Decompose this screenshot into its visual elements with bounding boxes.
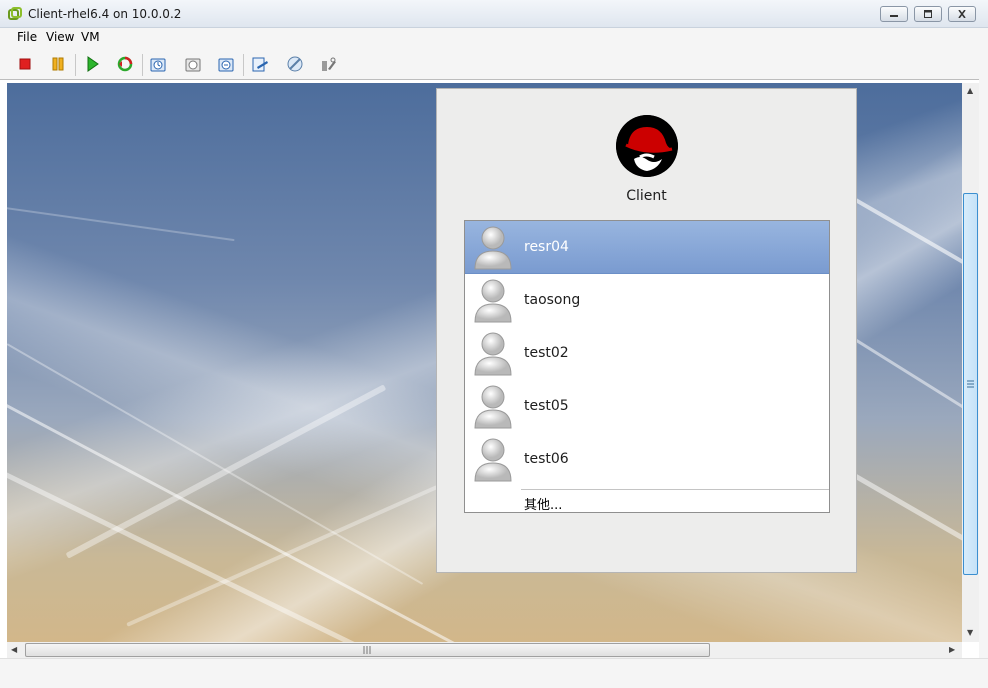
horizontal-scrollbar[interactable]: ◀ ▶	[7, 642, 962, 658]
minimize-button[interactable]	[880, 6, 908, 22]
user-name: test02	[524, 345, 569, 361]
scroll-left-arrow-icon[interactable]: ◀	[11, 645, 17, 654]
status-bar	[0, 658, 988, 688]
title-bar: Client-rhel6.4 on 10.0.0.2	[0, 0, 988, 28]
user-name: taosong	[524, 292, 581, 308]
user-name: resr04	[524, 239, 569, 255]
redhat-logo	[616, 115, 678, 177]
scroll-up-arrow-icon[interactable]: ▲	[967, 86, 973, 95]
connect-device-icon[interactable]	[283, 52, 307, 76]
user-avatar-icon	[473, 382, 513, 430]
other-user-label: 其他...	[524, 498, 563, 513]
snapshot-manager-icon[interactable]	[181, 52, 205, 76]
user-row-test05[interactable]: test05	[465, 380, 829, 433]
user-name: test05	[524, 398, 569, 414]
user-avatar-icon	[473, 435, 513, 483]
menu-vm[interactable]: VM	[81, 30, 100, 44]
vsphere-app-icon	[8, 7, 22, 21]
user-row-test06[interactable]: test06	[465, 433, 829, 486]
close-button[interactable]	[948, 6, 976, 22]
vertical-scrollbar[interactable]: ▲ ▼	[962, 83, 979, 642]
revert-snapshot-icon[interactable]	[214, 52, 238, 76]
user-avatar-icon	[473, 223, 513, 271]
edit-settings-icon[interactable]	[248, 52, 272, 76]
snapshot-icon[interactable]	[146, 52, 170, 76]
vertical-scroll-thumb[interactable]	[963, 193, 978, 575]
refresh-icon[interactable]	[113, 52, 137, 76]
scroll-right-arrow-icon[interactable]: ▶	[949, 645, 955, 654]
user-avatar-icon	[473, 329, 513, 377]
user-name: test06	[524, 451, 569, 467]
scroll-down-arrow-icon[interactable]: ▼	[967, 628, 973, 637]
horizontal-scroll-thumb[interactable]	[25, 643, 710, 657]
pause-icon[interactable]	[46, 52, 70, 76]
toolbar	[0, 48, 988, 80]
window-title: Client-rhel6.4 on 10.0.0.2	[28, 7, 182, 21]
user-list: resr04 taosong test02 test05 test06 其他..…	[464, 220, 830, 513]
login-panel: Client resr04 taosong test02 test05 test…	[436, 88, 857, 573]
menu-bar: File View VM	[0, 28, 988, 48]
user-row-test02[interactable]: test02	[465, 327, 829, 380]
tools-icon[interactable]	[316, 52, 340, 76]
user-row-taosong[interactable]: taosong	[465, 274, 829, 327]
host-name: Client	[626, 188, 667, 204]
maximize-button[interactable]	[914, 6, 942, 22]
play-icon[interactable]	[80, 52, 104, 76]
menu-view[interactable]: View	[46, 30, 74, 44]
menu-file[interactable]: File	[17, 30, 37, 44]
stop-icon[interactable]	[13, 52, 37, 76]
user-avatar-icon	[473, 276, 513, 324]
other-user-option[interactable]: 其他...	[521, 489, 829, 513]
user-row-resr04[interactable]: resr04	[465, 221, 829, 274]
